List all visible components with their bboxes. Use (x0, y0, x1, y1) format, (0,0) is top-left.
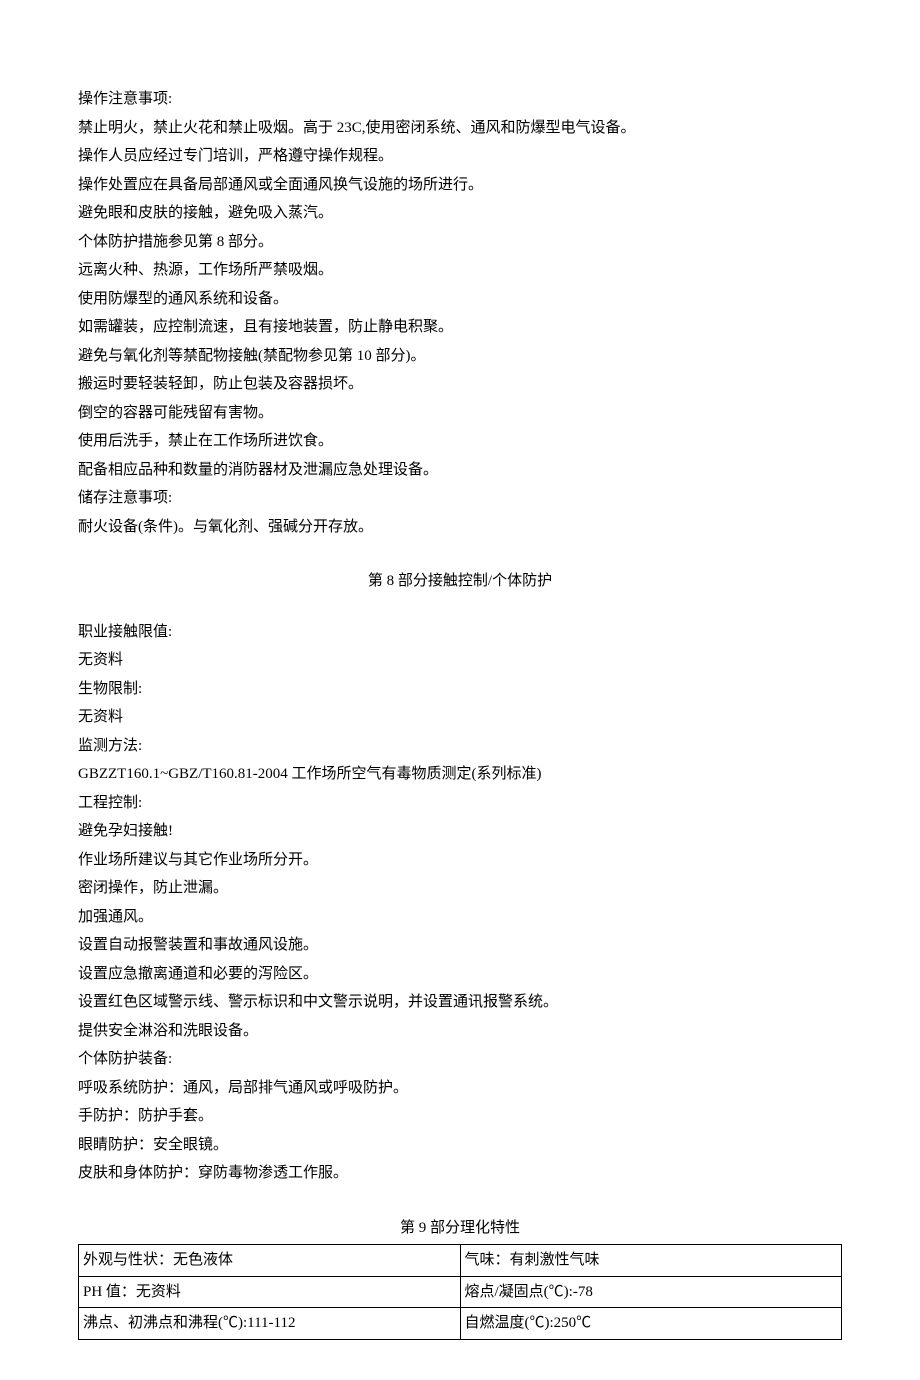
text-line: 避免与氧化剂等禁配物接触(禁配物参见第 10 部分)。 (78, 342, 842, 371)
text-line: 搬运时要轻装轻卸，防止包装及容器损坏。 (78, 370, 842, 399)
text-line: 皮肤和身体防护：穿防毒物渗透工作服。 (78, 1159, 842, 1188)
text-line: 提供安全淋浴和洗眼设备。 (78, 1017, 842, 1046)
text-line: 呼吸系统防护：通风，局部排气通风或呼吸防护。 (78, 1074, 842, 1103)
text-line: 耐火设备(条件)。与氧化剂、强碱分开存放。 (78, 513, 842, 542)
table-cell: PH 值：无资料 (79, 1276, 461, 1308)
text-line: 无资料 (78, 703, 842, 732)
text-line: 手防护：防护手套。 (78, 1102, 842, 1131)
text-line: 倒空的容器可能残留有害物。 (78, 399, 842, 428)
text-line: 生物限制: (78, 675, 842, 704)
text-line: 个体防护措施参见第 8 部分。 (78, 228, 842, 257)
text-line: 操作注意事项: (78, 85, 842, 114)
text-line: GBZZT160.1~GBZ/T160.81-2004 工作场所空气有毒物质测定… (78, 760, 842, 789)
text-line: 设置红色区域警示线、警示标识和中文警示说明，并设置通讯报警系统。 (78, 988, 842, 1017)
table-cell: 外观与性状：无色液体 (79, 1245, 461, 1277)
table-row: PH 值：无资料 熔点/凝固点(℃):-78 (79, 1276, 842, 1308)
text-line: 设置应急撤离通道和必要的泻险区。 (78, 960, 842, 989)
section-8-title: 第 8 部分接触控制/个体防护 (78, 567, 842, 596)
text-line: 使用后洗手，禁止在工作场所进饮食。 (78, 427, 842, 456)
section-8-body: 职业接触限值: 无资料 生物限制: 无资料 监测方法: GBZZT160.1~G… (78, 618, 842, 1188)
text-line: 使用防爆型的通风系统和设备。 (78, 285, 842, 314)
section-9-title: 第 9 部分理化特性 (78, 1214, 842, 1243)
table-cell: 沸点、初沸点和沸程(℃):111-112 (79, 1308, 461, 1340)
text-line: 职业接触限值: (78, 618, 842, 647)
text-line: 密闭操作，防止泄漏。 (78, 874, 842, 903)
text-line: 作业场所建议与其它作业场所分开。 (78, 846, 842, 875)
text-line: 远离火种、热源，工作场所严禁吸烟。 (78, 256, 842, 285)
text-line: 工程控制: (78, 789, 842, 818)
text-line: 操作处置应在具备局部通风或全面通风换气设施的场所进行。 (78, 171, 842, 200)
text-line: 设置自动报警装置和事故通风设施。 (78, 931, 842, 960)
text-line: 储存注意事项: (78, 484, 842, 513)
text-line: 如需罐装，应控制流速，且有接地装置，防止静电积聚。 (78, 313, 842, 342)
text-line: 禁止明火，禁止火花和禁止吸烟。高于 23C,使用密闭系统、通风和防爆型电气设备。 (78, 114, 842, 143)
table-cell: 熔点/凝固点(℃):-78 (460, 1276, 842, 1308)
text-line: 眼睛防护：安全眼镜。 (78, 1131, 842, 1160)
text-line: 操作人员应经过专门培训，严格遵守操作规程。 (78, 142, 842, 171)
table-cell: 自燃温度(℃):250℃ (460, 1308, 842, 1340)
table-row: 沸点、初沸点和沸程(℃):111-112 自燃温度(℃):250℃ (79, 1308, 842, 1340)
properties-table: 外观与性状：无色液体 气味：有刺激性气味 PH 值：无资料 熔点/凝固点(℃):… (78, 1244, 842, 1340)
text-line: 监测方法: (78, 732, 842, 761)
text-line: 避免眼和皮肤的接触，避免吸入蒸汽。 (78, 199, 842, 228)
text-line: 加强通风。 (78, 903, 842, 932)
text-line: 避免孕妇接触! (78, 817, 842, 846)
section-7-body: 操作注意事项: 禁止明火，禁止火花和禁止吸烟。高于 23C,使用密闭系统、通风和… (78, 85, 842, 541)
table-row: 外观与性状：无色液体 气味：有刺激性气味 (79, 1245, 842, 1277)
text-line: 无资料 (78, 646, 842, 675)
table-cell: 气味：有刺激性气味 (460, 1245, 842, 1277)
text-line: 配备相应品种和数量的消防器材及泄漏应急处理设备。 (78, 456, 842, 485)
text-line: 个体防护装备: (78, 1045, 842, 1074)
